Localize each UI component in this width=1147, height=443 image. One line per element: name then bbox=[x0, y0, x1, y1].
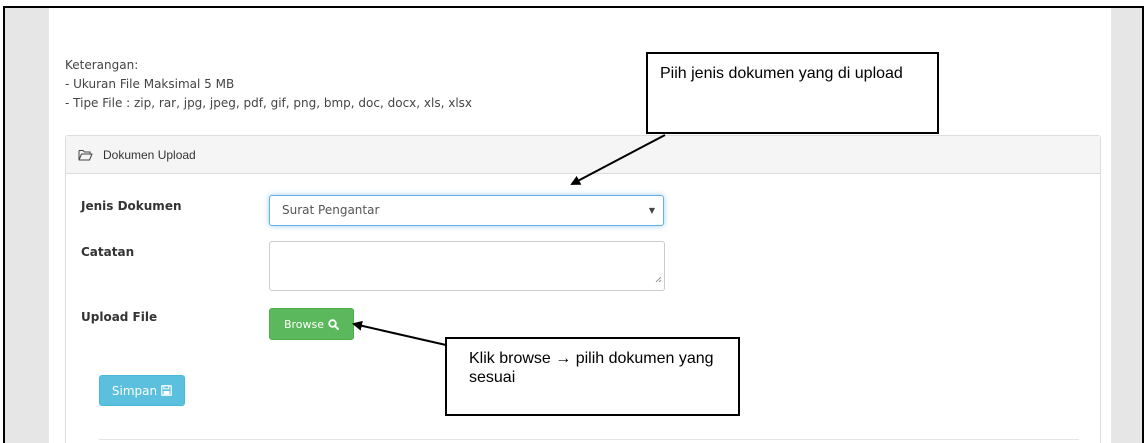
jenis-dokumen-label: Jenis Dokumen bbox=[81, 199, 182, 213]
caret-down-icon: ▼ bbox=[648, 206, 655, 215]
simpan-button[interactable]: Simpan bbox=[99, 375, 185, 406]
info-heading: Keterangan: bbox=[65, 58, 139, 72]
form-divider bbox=[99, 439, 1079, 440]
callout-browse-text: Klik browse → pilih dokumen yang sesuai bbox=[469, 350, 714, 386]
info-max-size: - Ukuran File Maksimal 5 MB bbox=[65, 77, 235, 91]
upload-file-label: Upload File bbox=[81, 310, 158, 324]
jenis-dokumen-value: Surat Pengantar bbox=[282, 203, 380, 217]
panel-title: Dokumen Upload bbox=[103, 147, 196, 162]
callout-select-document-text: Piih jenis dokumen yang di upload bbox=[660, 65, 903, 82]
jenis-dokumen-select[interactable]: Surat Pengantar ▼ bbox=[269, 195, 664, 226]
browse-label: Browse bbox=[283, 317, 325, 331]
search-icon bbox=[328, 318, 340, 330]
upload-info: Keterangan: - Ukuran File Maksimal 5 MB … bbox=[65, 56, 472, 113]
simpan-label: Simpan bbox=[111, 383, 158, 398]
catatan-label: Catatan bbox=[81, 245, 135, 259]
resize-handle-icon[interactable] bbox=[655, 270, 662, 288]
floppy-disk-icon bbox=[161, 385, 172, 396]
browse-button[interactable]: Browse bbox=[269, 308, 354, 340]
callout-select-document: Piih jenis dokumen yang di upload bbox=[646, 52, 939, 134]
callout-browse: Klik browse → pilih dokumen yang sesuai bbox=[445, 337, 740, 416]
catatan-textarea[interactable] bbox=[269, 241, 665, 291]
info-file-types: - Tipe File : zip, rar, jpg, jpeg, pdf, … bbox=[65, 96, 473, 110]
folder-open-icon bbox=[78, 149, 93, 161]
panel-heading: Dokumen Upload bbox=[66, 136, 1100, 174]
